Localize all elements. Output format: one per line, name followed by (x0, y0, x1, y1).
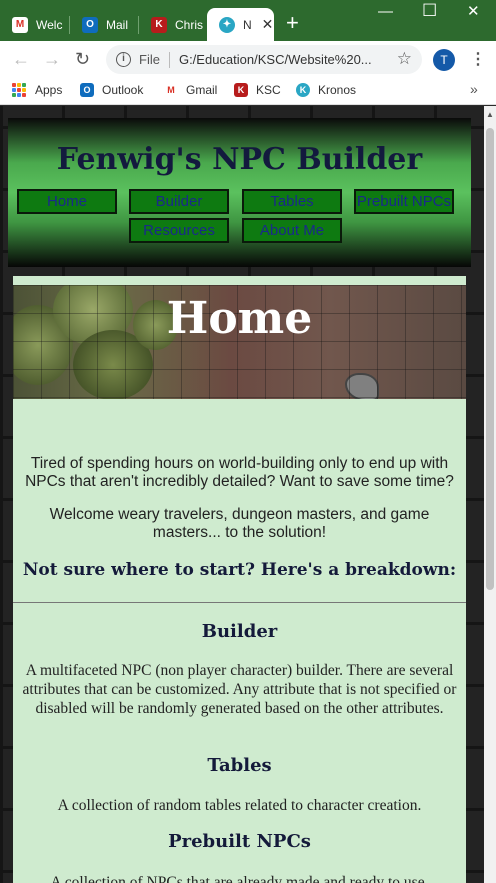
info-icon[interactable]: i (116, 52, 131, 67)
nav-resources[interactable]: Resources (129, 218, 229, 243)
minimize-icon[interactable]: — (378, 3, 393, 20)
tab-label: Mail (106, 17, 129, 32)
bookmark-label: Outlook (102, 83, 144, 97)
kronos-icon: K (296, 83, 310, 97)
omnibox-divider (168, 51, 170, 68)
nav-home[interactable]: Home (17, 189, 117, 214)
main-content: Home Tired of spending hours on world-bu… (13, 276, 466, 883)
scrollbar-thumb[interactable] (486, 128, 494, 590)
gmail-icon: M (164, 83, 178, 97)
url-text[interactable]: G:/Education/KSC/Website%20... (179, 52, 383, 67)
bookmark-label: Kronos (318, 83, 357, 97)
ksc-icon: K (151, 16, 167, 33)
hero-banner: Home (13, 285, 466, 399)
tab-mail[interactable]: O Mail (70, 8, 139, 41)
section-title-prebuilt: Prebuilt NPCs (168, 831, 311, 852)
bookmark-label: KSC (256, 83, 281, 97)
bookmarks-overflow-icon[interactable]: » (470, 81, 478, 97)
section-text-prebuilt: A collection of NPCs that are already ma… (50, 874, 429, 883)
tab-gmail[interactable]: M Welc (0, 8, 70, 41)
address-bar[interactable]: i File G:/Education/KSC/Website%20... ☆ (106, 45, 422, 74)
tab-chris[interactable]: K Chris (139, 8, 207, 41)
maximize-icon[interactable]: ☐ (422, 1, 437, 21)
section-text-builder: A multifaceted NPC (non player character… (22, 662, 457, 717)
bookmark-label: Gmail (186, 83, 218, 97)
kebab-menu-icon[interactable]: ⋮ (470, 49, 486, 69)
outlook-icon: O (80, 83, 94, 97)
site-title: Fenwig's NPC Builder (56, 142, 423, 177)
tab-npc-builder[interactable]: ✦ N ✕ (207, 8, 274, 41)
bookmark-gmail[interactable]: M Gmail (164, 83, 217, 97)
bookmark-apps[interactable]: Apps (12, 83, 62, 97)
ksc-icon: K (234, 83, 248, 97)
page-heading: Home (166, 293, 313, 344)
scroll-up-arrow-icon[interactable]: ▲ (486, 110, 494, 119)
intro-paragraph: Tired of spending hours on world-buildin… (25, 455, 454, 490)
profile-avatar[interactable]: T (433, 49, 455, 71)
tab-strip: M Welc O Mail K Chris ✦ N ✕ + — ☐ ✕ (0, 0, 496, 41)
page-viewport: Fenwig's NPC Builder Home Builder Tables… (0, 106, 484, 883)
welcome-paragraph: Welcome weary travelers, dungeon masters… (49, 506, 430, 541)
reload-icon[interactable]: ↻ (75, 49, 90, 69)
section-title-tables: Tables (207, 755, 272, 776)
apps-grid-icon (12, 83, 26, 97)
nav-prebuilt-npcs[interactable]: Prebuilt NPCs (354, 189, 454, 214)
bookmark-outlook[interactable]: O Outlook (80, 83, 143, 97)
bookmark-kronos[interactable]: K Kronos (296, 83, 356, 97)
tab-label: Welc (36, 17, 63, 32)
bookmark-label: Apps (35, 83, 63, 97)
site-header: Fenwig's NPC Builder Home Builder Tables… (8, 118, 471, 267)
bookmark-ksc[interactable]: K KSC (234, 83, 281, 97)
nav-tables[interactable]: Tables (242, 189, 342, 214)
bookmark-star-icon[interactable]: ☆ (397, 49, 412, 69)
nav-about-me[interactable]: About Me (242, 218, 342, 243)
section-title-builder: Builder (201, 621, 278, 642)
section-divider (13, 602, 466, 603)
window-close-icon[interactable]: ✕ (467, 2, 480, 20)
nav-builder[interactable]: Builder (129, 189, 229, 214)
tab-label: N (243, 17, 252, 32)
browser-toolbar: ← → ↻ i File G:/Education/KSC/Website%20… (0, 41, 496, 78)
bookmarks-bar: Apps O Outlook M Gmail K KSC K Kronos » (0, 78, 496, 105)
forward-arrow-icon[interactable]: → (43, 49, 61, 69)
scheme-label: File (139, 52, 160, 67)
section-text-tables: A collection of random tables related to… (57, 797, 422, 814)
gmail-icon: M (12, 16, 28, 33)
tab-label: Chris (175, 17, 204, 32)
breakdown-heading: Not sure where to start? Here's a breakd… (22, 560, 457, 580)
new-tab-button[interactable]: + (286, 12, 299, 34)
back-arrow-icon[interactable]: ← (12, 49, 30, 69)
dnd-icon: ✦ (219, 16, 235, 33)
outlook-icon: O (82, 16, 98, 33)
close-icon[interactable]: ✕ (262, 16, 274, 33)
